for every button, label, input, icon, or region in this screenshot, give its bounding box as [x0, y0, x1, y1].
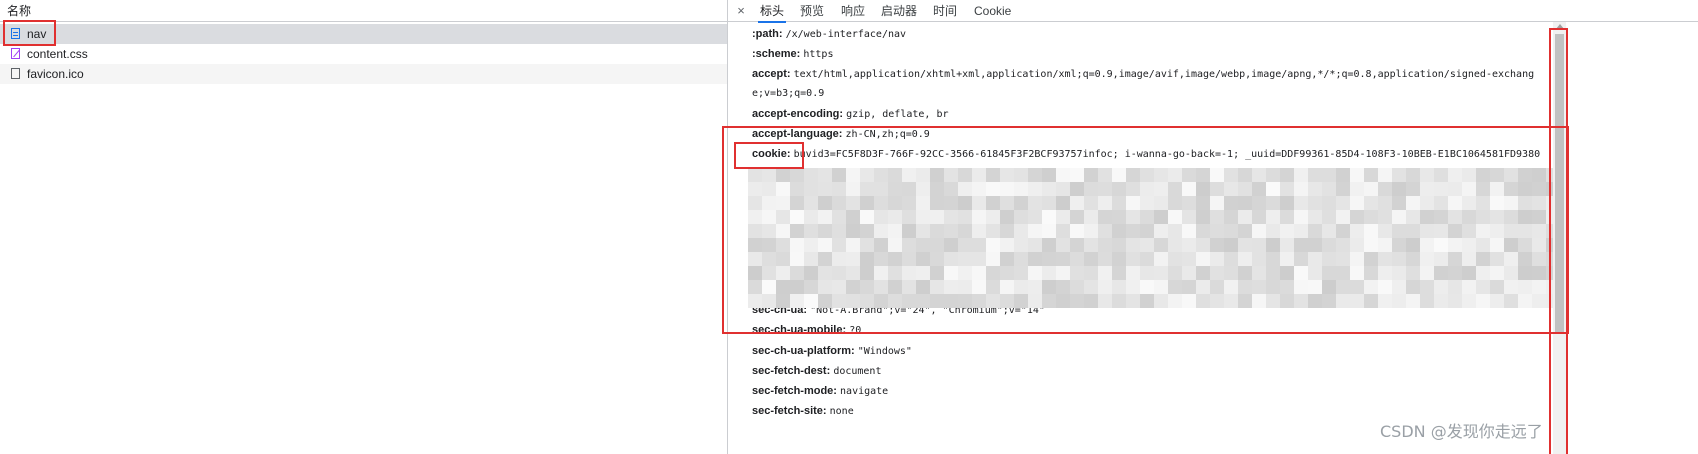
annotation-box-cookie-key [734, 142, 804, 169]
name-column-header[interactable]: 名称 [0, 0, 727, 22]
stylesheet-icon [11, 48, 20, 59]
header-path: :path: /x/web-interface/nav [752, 28, 907, 40]
tab-initiator[interactable]: 启动器 [881, 0, 917, 22]
watermark: CSDN @发现你走远了 [1380, 422, 1543, 441]
annotation-box-cookie-block [722, 126, 1569, 334]
request-row-favicon[interactable]: favicon.ico [0, 64, 727, 84]
tab-cookies[interactable]: Cookie [974, 0, 1011, 22]
header-sec-fetch-mode: sec-fetch-mode: navigate [752, 385, 889, 397]
header-accept: accept: text/html,application/xhtml+xml,… [752, 68, 1535, 80]
detail-tabbar: × 标头 预览 响应 启动器 时间 Cookie [728, 0, 1698, 23]
annotation-box-scrollbar [1549, 28, 1568, 454]
header-accept-continuation: e;v=b3;q=0.9 [752, 88, 825, 99]
close-icon[interactable]: × [735, 0, 747, 22]
header-sec-fetch-dest: sec-fetch-dest: document [752, 365, 882, 377]
header-sec-ch-ua-platform: sec-ch-ua-platform: "Windows" [752, 345, 912, 357]
tab-response[interactable]: 响应 [841, 0, 865, 22]
header-accept-encoding: accept-encoding: gzip, deflate, br [752, 108, 949, 120]
tab-headers[interactable]: 标头 [757, 0, 787, 23]
file-icon [11, 68, 20, 79]
tab-preview[interactable]: 预览 [800, 0, 824, 22]
header-sec-fetch-site: sec-fetch-site: none [752, 405, 854, 417]
request-name: content.css [27, 47, 88, 61]
tab-timing[interactable]: 时间 [933, 0, 957, 22]
request-row-content-css[interactable]: content.css [0, 44, 727, 64]
request-list-pane: 名称 nav content.css favicon.ico [0, 0, 727, 454]
request-row-nav[interactable]: nav [0, 24, 727, 44]
annotation-box-nav [3, 20, 56, 46]
request-name: favicon.ico [27, 67, 84, 81]
header-scheme: :scheme: https [752, 48, 834, 60]
